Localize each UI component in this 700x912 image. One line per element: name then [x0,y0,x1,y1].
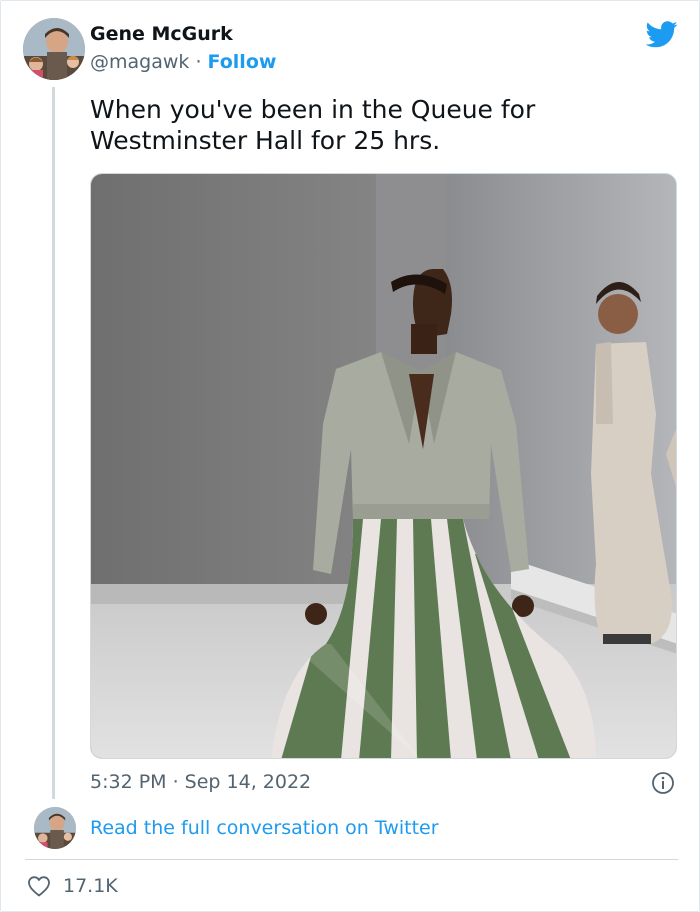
avatar-photo [23,18,85,80]
twitter-bird-icon[interactable] [646,21,678,48]
reply-avatar [34,807,76,849]
tweet-text: When you've been in the Queue for Westmi… [90,95,536,155]
info-icon[interactable] [651,771,675,795]
read-conversation-link[interactable]: Read the full conversation on Twitter [90,817,439,839]
author-handle-row: @magawk · Follow [90,51,276,73]
author-avatar[interactable] [23,18,85,80]
avatar-photo-small [34,807,76,849]
heart-icon[interactable] [27,875,51,897]
like-action[interactable]: 17.1K [27,874,118,898]
like-count: 17.1K [63,875,118,897]
follow-button[interactable]: Follow [208,51,277,73]
author-name[interactable]: Gene McGurk [90,23,233,45]
thread-line [52,87,55,799]
runway-photo [91,174,676,758]
author-handle[interactable]: @magawk [90,51,189,73]
footer-divider [25,859,678,860]
tweet-timestamp[interactable]: 5:32 PM · Sep 14, 2022 [90,771,311,793]
handle-separator: · [189,51,208,73]
tweet-photo[interactable] [90,173,677,759]
tweet-card: Gene McGurk @magawk · Follow When you've… [0,0,700,912]
